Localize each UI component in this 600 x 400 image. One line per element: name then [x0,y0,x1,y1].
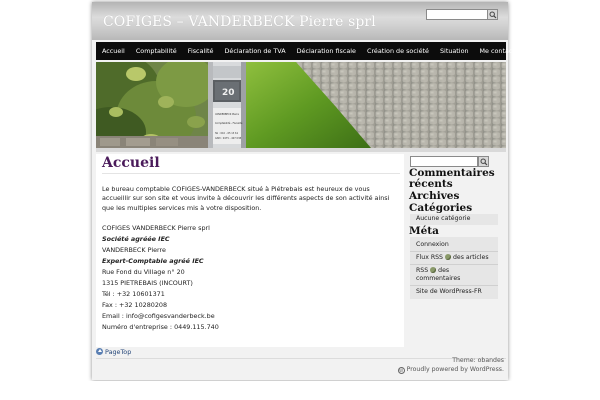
page-bottom-background [0,381,600,400]
owner-name: VANDERBECK Pierre [102,246,166,254]
header-search-button[interactable] [487,9,498,20]
categories-heading: Catégories [409,202,473,214]
address-street: Rue Fond du Village n° 20 [102,268,185,276]
meta-rss-comments-line2[interactable]: commentaires [416,275,460,283]
nav-item-fiscalite[interactable]: Fiscalité [182,47,219,55]
archives-heading: Archives [409,190,460,202]
meta-login-link[interactable]: Connexion [416,241,449,249]
site-title[interactable]: COFIGES – VANDERBECK Pierre sprl [103,14,376,30]
wordpress-icon: W [397,367,405,374]
sidebar-search-input[interactable] [410,156,478,167]
banner-house-number: 20 [222,88,235,98]
meta-separator [410,251,498,252]
nav-item-creation-societe[interactable]: Création de société [361,47,434,55]
footer-divider [96,358,506,359]
nav-item-comptabilite[interactable]: Comptabilité [130,47,182,55]
fax-number: Fax : +32 10280208 [102,301,168,309]
meta-separator [410,264,498,265]
header-search-input[interactable] [426,9,488,20]
banner-photo: 20 VANDERBECK Pierre Comptabilité - Fisc… [96,62,506,148]
owner-accreditation: Expert-Comptable agréé IEC [102,257,204,265]
sidebar-search-form [410,156,489,167]
company-name: COFIGES VANDERBECK Pierre sprl [102,224,210,232]
meta-rss-comments-link[interactable]: RSS des [416,267,449,275]
meta-rss-comments-prefix: RSS [416,267,429,274]
meta-separator [410,285,498,286]
rss-icon [444,254,451,260]
recent-comments-heading: Commentaires récents [409,167,495,190]
email-address: Email : info@cofigesvanderbeck.be [102,312,215,320]
nav-item-declaration-tva[interactable]: Déclaration de TVA [218,47,290,55]
rss-icon [430,267,437,273]
banner-plaque-line-1: VANDERBECK Pierre [215,113,239,116]
meta-rss-articles-suffix: des articles [452,254,489,261]
search-icon [480,158,488,166]
meta-list: Connexion Flux RSS des articles RSS des co… [410,237,498,299]
company-number: Numéro d'entreprise : 0449.115.740 [102,323,219,331]
wordpress-credit[interactable]: W Proudly powered by WordPress. [397,366,504,374]
company-accreditation: Société agréée IEC [102,235,170,243]
sidebar-search-button[interactable] [478,156,489,167]
main-content: Accueil Le bureau comptable COFIGES-VAND… [96,154,404,347]
header-banner-image: 20 VANDERBECK Pierre Comptabilité - Fisc… [96,62,506,148]
title-divider [102,173,400,174]
banner-bottom-border [96,148,506,152]
address-city: 1315 PIETREBAIS (INCOURT) [102,279,193,287]
page-top-link[interactable]: PageTop [96,348,131,356]
theme-credit[interactable]: Theme: obandes [452,357,504,364]
page-title: Accueil [102,155,160,171]
wordpress-credit-label: Proudly powered by WordPress. [406,366,504,373]
header-search-form [426,9,498,20]
meta-rss-comments-suffix: des [438,267,450,274]
nav-item-me-contacter[interactable]: Me contacter [474,47,527,55]
category-link-uncategorized[interactable]: Aucune catégorie [416,215,470,223]
meta-rss-articles-link[interactable]: Flux RSS des articles [416,254,489,262]
search-icon [489,11,497,19]
phone-number: Tél : +32 10601371 [102,290,165,298]
meta-rss-articles-prefix: Flux RSS [416,254,443,261]
page-top-label: PageTop [105,348,132,356]
intro-paragraph: Le bureau comptable COFIGES-VANDERBECK s… [102,185,390,212]
arrow-up-icon [96,348,103,355]
site-header: COFIGES – VANDERBECK Pierre sprl [92,2,508,40]
nav-item-accueil[interactable]: Accueil [96,47,130,55]
nav-item-situation[interactable]: Situation [434,47,474,55]
main-navigation: Accueil Comptabilité Fiscalité Déclarati… [96,42,521,60]
meta-heading: Méta [409,225,439,237]
banner-plaque-line-4: GSM : 0475 - 407 038 [215,137,242,140]
page-container: COFIGES – VANDERBECK Pierre sprl Accueil… [92,2,521,380]
categories-list: Aucune catégorie [410,214,498,225]
banner-plaque-line-2: Comptabilité - Fiscalité [215,122,243,125]
meta-wordpress-link[interactable]: Site de WordPress-FR [416,288,482,296]
nav-item-declaration-fiscale[interactable]: Déclaration fiscale [291,47,361,55]
banner-plaque-line-3: Tel : 010 - 65 13 61 [215,132,239,135]
sidebar: Commentaires récents Archives Catégories… [408,154,502,347]
